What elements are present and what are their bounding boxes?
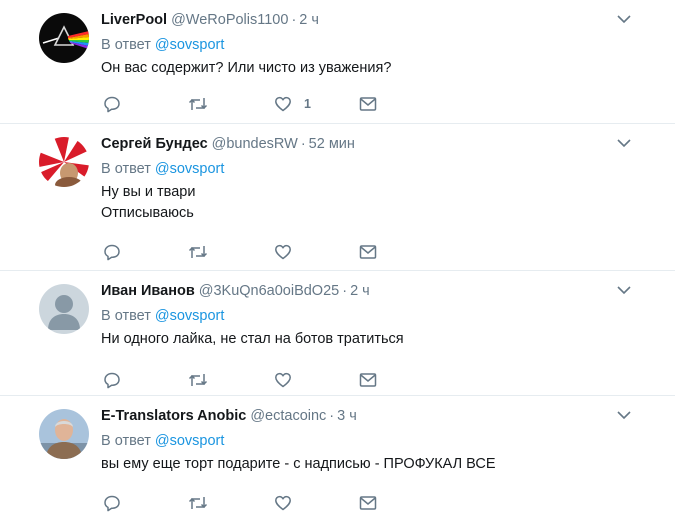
reply-icon [104,372,120,389]
tweet-actions [103,493,393,513]
tweet[interactable]: Иван Иванов @3KuQn6a0oiBdO25 · 2 ч В ответ … [0,271,675,396]
tweet-header: LiverPool @WeRoPolis1100 · 2 ч [101,10,635,30]
like-button[interactable] [274,242,304,262]
tweet-text: Ну вы и твари Отписываюсь [101,182,635,224]
separator-dot: · [291,12,297,28]
reply-prefix: В ответ [101,433,151,449]
author-name[interactable]: Сергей Бундес [101,136,208,152]
author-handle[interactable]: @WeRoPolis1100 [171,12,288,28]
chevron-down-icon[interactable] [617,285,631,295]
tweet-header: Сергей Бундес @bundesRW · 52 мин [101,134,635,154]
timestamp[interactable]: 3 ч [337,408,357,424]
separator-dot: · [300,136,306,152]
like-button[interactable] [274,370,304,390]
reply-mention-link[interactable]: @sovsport [155,433,225,449]
author-handle[interactable]: @bundesRW [212,136,298,152]
reply-mention-link[interactable]: @sovsport [155,37,225,53]
author-handle[interactable]: @3KuQn6a0oiBdO25 [199,283,339,299]
retweet-button[interactable] [188,493,208,513]
timestamp[interactable]: 2 ч [299,12,319,28]
tweet-text: вы ему еще торт подарите - с надписью - … [101,454,635,475]
tweet-header: Иван Иванов @3KuQn6a0oiBdO25 · 2 ч [101,281,635,301]
direct-message-button[interactable] [359,242,377,262]
reply-button[interactable] [103,242,121,262]
tweet-actions: 1 [103,94,393,114]
timestamp[interactable]: 2 ч [350,283,370,299]
tweet-text: Ни одного лайка, не стал на ботов тратит… [101,329,635,350]
direct-message-button[interactable] [359,94,377,114]
reply-button[interactable] [103,370,121,390]
chevron-down-icon[interactable] [617,410,631,420]
like-icon [275,495,291,511]
tweet[interactable]: Сергей Бундес @bundesRW · 52 мин В ответ @s… [0,124,675,271]
separator-dot: · [329,408,335,424]
default-person-avatar-icon [39,284,89,334]
like-icon [275,96,291,112]
tweet-text-line: вы ему еще торт подарите - с надписью - … [101,456,496,472]
like-icon [275,372,291,388]
message-icon [359,496,377,510]
retweet-icon [188,374,208,386]
avatar[interactable] [39,13,89,63]
tweet-text-line: Ну вы и твари [101,184,196,200]
reply-icon [104,96,120,113]
reply-prefix: В ответ [101,37,151,53]
reply-prefix: В ответ [101,308,151,324]
tweet-feed: LiverPool @WeRoPolis1100 · 2 ч В ответ @sov… [0,0,675,527]
like-icon [275,244,291,260]
tweet-text-line: Отписываюсь [101,205,194,221]
author-name[interactable]: E-Translators Anobic [101,408,246,424]
reply-context: В ответ @sovsport [101,431,635,451]
avatar[interactable] [39,409,89,459]
like-button[interactable]: 1 [274,94,311,114]
retweet-icon [188,246,208,258]
reply-mention-link[interactable]: @sovsport [155,161,225,177]
tweet[interactable]: E-Translators Anobic @ectacoinc · 3 ч В отв… [0,396,675,527]
tweet-text-line: Ни одного лайка, не стал на ботов тратит… [101,331,404,347]
author-handle[interactable]: @ectacoinc [250,408,326,424]
reply-mention-link[interactable]: @sovsport [155,308,225,324]
direct-message-button[interactable] [359,493,377,513]
tweet-actions [103,370,393,390]
tweet-header: E-Translators Anobic @ectacoinc · 3 ч [101,406,635,426]
red-white-flag-avatar-icon [39,137,89,187]
prism-rainbow-avatar-icon [39,13,89,63]
retweet-button[interactable] [188,370,208,390]
avatar[interactable] [39,137,89,187]
retweet-icon [188,497,208,509]
reply-context: В ответ @sovsport [101,159,635,179]
reply-context: В ответ @sovsport [101,306,635,326]
reply-button[interactable] [103,493,121,513]
timestamp[interactable]: 52 мин [309,136,355,152]
like-count: 1 [304,97,311,111]
tweet-content: LiverPool @WeRoPolis1100 · 2 ч В ответ @sov… [101,10,635,79]
direct-message-button[interactable] [359,370,377,390]
avatar[interactable] [39,284,89,334]
separator-dot: · [342,283,348,299]
message-icon [359,245,377,259]
photo-man-avatar-icon [39,409,89,459]
retweet-icon [188,98,208,110]
tweet[interactable]: LiverPool @WeRoPolis1100 · 2 ч В ответ @sov… [0,0,675,124]
tweet-text-line: Он вас содержит? Или чисто из уважения? [101,60,392,76]
tweet-content: Сергей Бундес @bundesRW · 52 мин В ответ @s… [101,134,635,224]
chevron-down-icon[interactable] [617,14,631,24]
like-button[interactable] [274,493,304,513]
message-icon [359,97,377,111]
reply-prefix: В ответ [101,161,151,177]
retweet-button[interactable] [188,94,208,114]
reply-button[interactable] [103,94,121,114]
retweet-button[interactable] [188,242,208,262]
reply-context: В ответ @sovsport [101,35,635,55]
author-name[interactable]: Иван Иванов [101,283,195,299]
chevron-down-icon[interactable] [617,138,631,148]
reply-icon [104,495,120,512]
tweet-content: Иван Иванов @3KuQn6a0oiBdO25 · 2 ч В ответ … [101,281,635,350]
message-icon [359,373,377,387]
tweet-content: E-Translators Anobic @ectacoinc · 3 ч В отв… [101,406,635,475]
reply-icon [104,244,120,261]
author-name[interactable]: LiverPool [101,12,167,28]
tweet-text: Он вас содержит? Или чисто из уважения? [101,58,635,79]
tweet-actions [103,242,393,262]
